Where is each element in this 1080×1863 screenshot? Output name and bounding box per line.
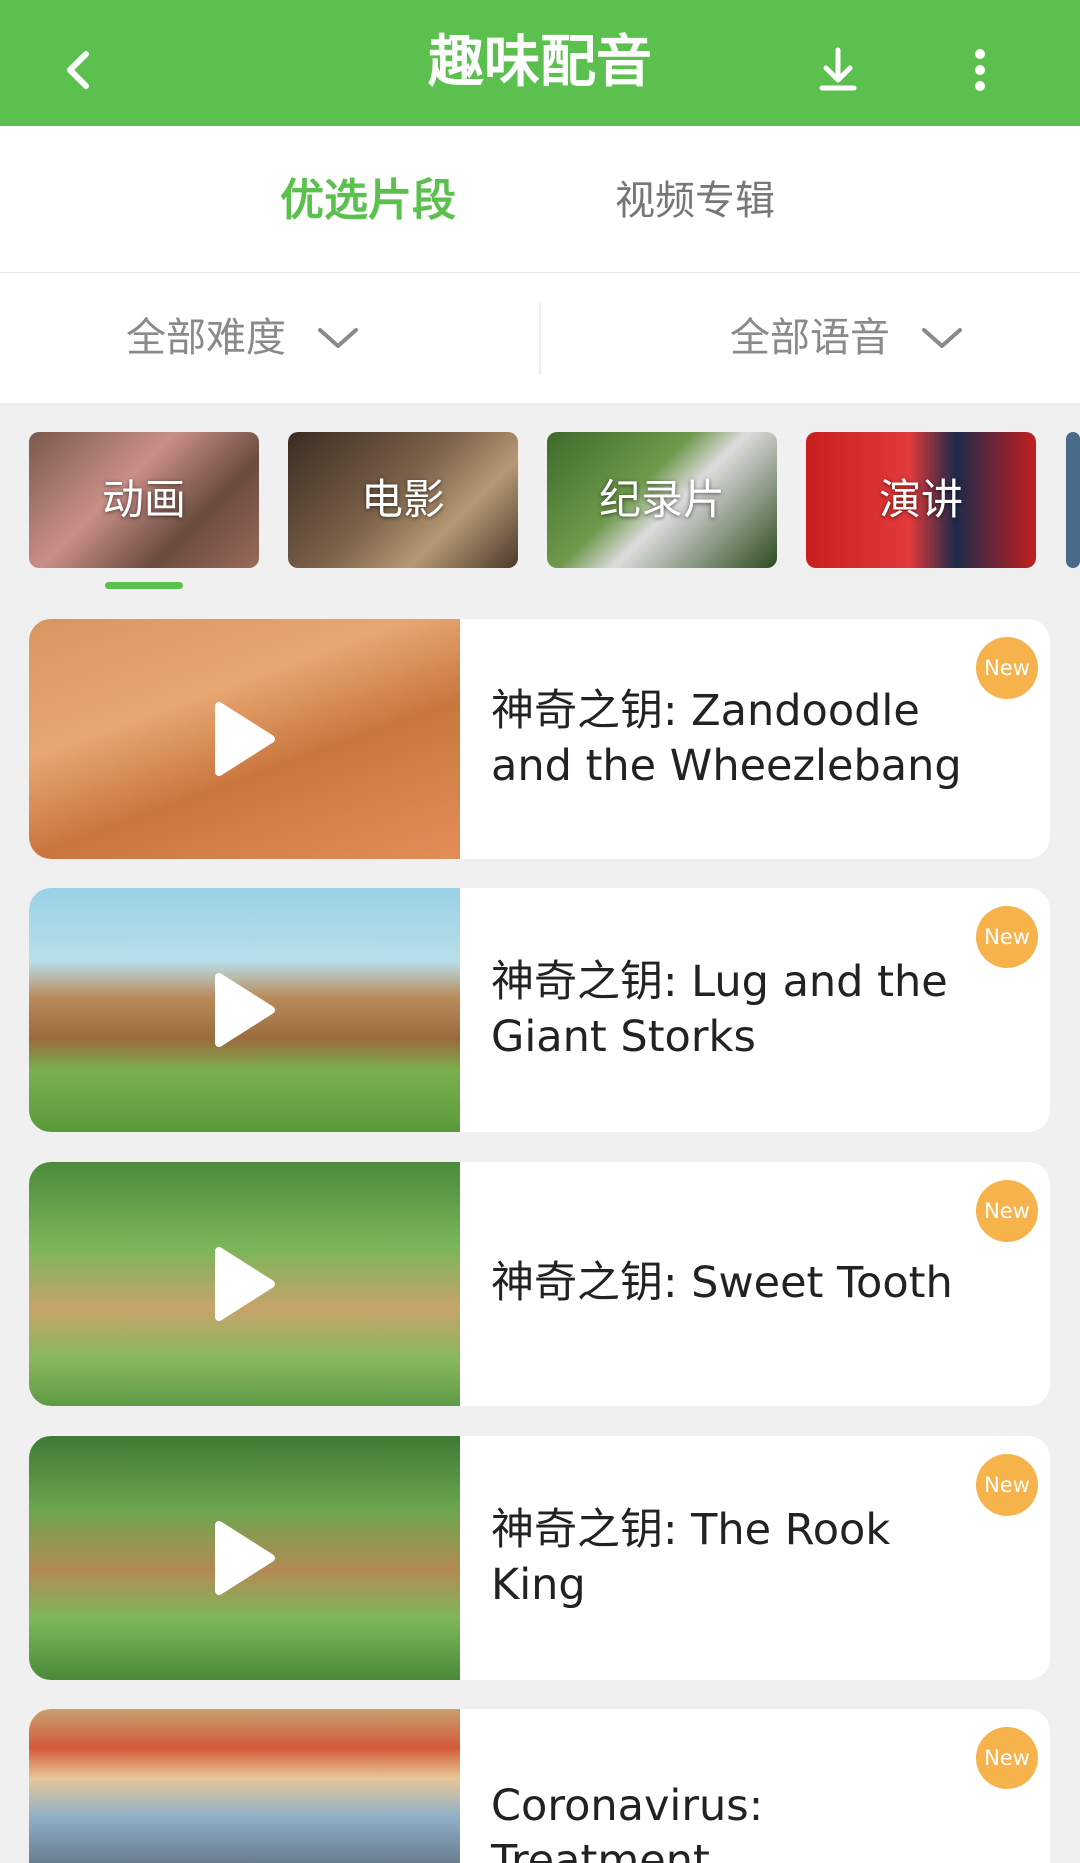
difficulty-filter-dropdown[interactable]: 全部难度 [126,303,360,373]
video-card[interactable]: 神奇之钥: Lug and the Giant Storks New [29,888,1050,1132]
new-badge: New [976,1180,1038,1242]
category-documentary[interactable]: 纪录片 [547,432,777,568]
segment-tabs: 优选片段 视频专辑 [0,126,1080,273]
language-filter-label: 全部语音 [730,315,890,361]
new-badge: New [976,1454,1038,1516]
page-title: 趣味配音 [428,30,652,95]
category-next-partial[interactable] [1066,432,1080,568]
category-label: 电影 [360,475,445,524]
video-card[interactable]: 神奇之钥: Sweet Tooth New [29,1162,1050,1406]
category-movie[interactable]: 电影 [288,432,518,568]
category-label: 动画 [101,475,186,524]
video-title: 神奇之钥: Lug and the Giant Storks [491,957,948,1062]
play-icon[interactable] [213,971,277,1049]
video-title: 神奇之钥: The Rook King [491,1505,891,1610]
category-selected-indicator [105,582,183,589]
video-card[interactable]: 神奇之钥: Zandoodle and the Wheezlebang New [29,619,1050,859]
category-animation[interactable]: 动画 [29,432,259,568]
play-icon[interactable] [213,1245,277,1323]
video-card[interactable]: Coronavirus: Treatment New [29,1709,1050,1863]
category-label: 纪录片 [598,475,725,524]
category-label: 演讲 [878,475,963,524]
chevron-down-icon [318,328,358,348]
new-badge: New [976,906,1038,968]
play-icon[interactable] [213,1519,277,1597]
filter-bar: 全部难度 全部语音 [0,273,1080,403]
video-title: 神奇之钥: Sweet Tooth [491,1258,953,1308]
new-badge: New [976,1727,1038,1789]
language-filter-dropdown[interactable]: 全部语音 [730,303,964,373]
video-card[interactable]: 神奇之钥: The Rook King New [29,1436,1050,1680]
new-badge: New [976,637,1038,699]
top-nav-bar: 趣味配音 [0,0,1080,126]
category-speech[interactable]: 演讲 [806,432,1036,568]
tab-video-albums[interactable]: 视频专辑 [615,166,775,236]
play-icon[interactable] [213,700,277,778]
video-title: 神奇之钥: Zandoodle and the Wheezlebang [491,686,962,791]
video-title: Coronavirus: Treatment [491,1781,764,1863]
tab-featured-clips[interactable]: 优选片段 [280,166,456,236]
download-icon[interactable] [808,40,868,100]
more-icon[interactable] [950,40,1010,100]
difficulty-filter-label: 全部难度 [126,315,286,361]
chevron-down-icon [922,328,962,348]
category-strip: 动画 电影 纪录片 演讲 [0,430,1080,600]
video-thumbnail [29,1709,460,1863]
filter-divider [539,303,541,375]
